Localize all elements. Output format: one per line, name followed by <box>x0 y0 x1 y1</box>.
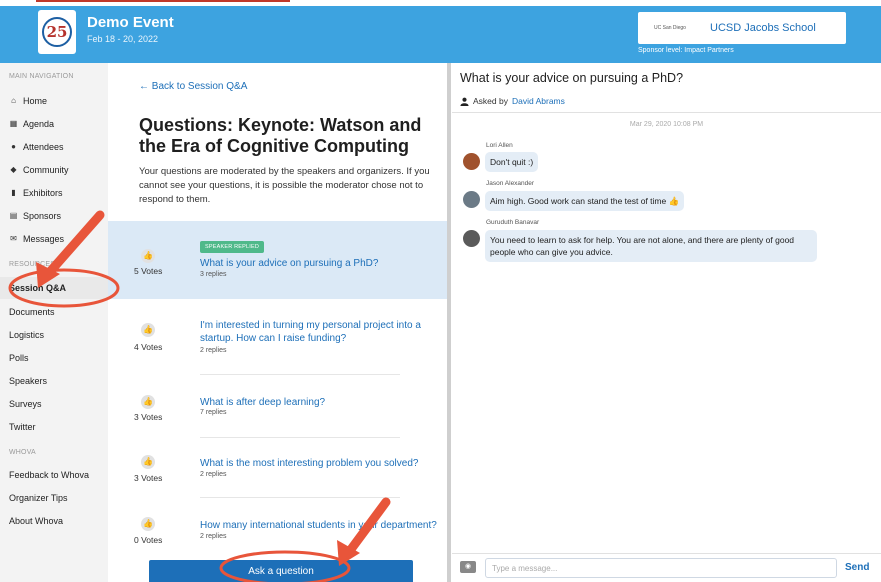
page-title: Questions: Keynote: Watson and the Era o… <box>139 115 422 156</box>
reply-count: 2 replies <box>200 533 227 540</box>
sidebar-item-home[interactable]: ⌂ Home <box>9 96 47 106</box>
sidebar-item-logistics[interactable]: Logistics <box>9 330 44 340</box>
divider <box>200 374 400 375</box>
sidebar-item-session-qa[interactable]: Session Q&A <box>0 277 108 299</box>
people-icon: ● <box>11 142 16 151</box>
thread-header: What is your advice on pursuing a PhD? A… <box>452 63 881 113</box>
message-composer: ◉ Send <box>452 553 881 582</box>
sidebar: MAIN NAVIGATION ⌂ Home ▦ Agenda ● Attendees… <box>0 63 108 582</box>
sidebar-item-polls[interactable]: Polls <box>9 353 29 363</box>
vote-count: 3 Votes <box>134 473 163 483</box>
moderation-note: Your questions are moderated by the spea… <box>139 166 430 205</box>
vote-count: 3 Votes <box>134 412 163 422</box>
message-author: Guruduth Banavar <box>486 219 540 226</box>
home-icon: ⌂ <box>11 96 16 105</box>
event-header: 25 Demo Event Feb 18 - 20, 2022 UC San D… <box>0 6 881 63</box>
reply-count: 3 replies <box>200 271 227 278</box>
thumbs-up-icon[interactable]: 👍 <box>141 323 155 337</box>
avatar[interactable] <box>463 153 480 170</box>
ask-question-button[interactable]: Ask a question <box>149 560 413 582</box>
main-navigation-heading: MAIN NAVIGATION <box>9 73 74 80</box>
thumbs-up-icon[interactable]: 👍 <box>141 395 155 409</box>
reply-count: 7 replies <box>200 409 227 416</box>
sponsor-banner[interactable]: UC San Diego UCSD Jacobs School <box>638 12 846 44</box>
reply-count: 2 replies <box>200 471 227 478</box>
vote-count: 0 Votes <box>134 535 163 545</box>
sidebar-item-speakers[interactable]: Speakers <box>9 376 47 386</box>
sidebar-item-messages[interactable]: ✉ Messages <box>9 234 64 244</box>
question-text[interactable]: What is the most interesting problem you… <box>200 457 440 470</box>
question-text[interactable]: How many international students in your … <box>200 519 440 532</box>
sidebar-item-documents[interactable]: Documents <box>9 307 55 317</box>
sidebar-item-about-whova[interactable]: About Whova <box>9 516 63 526</box>
sidebar-item-twitter[interactable]: Twitter <box>9 422 36 432</box>
camera-icon[interactable]: ◉ <box>460 561 476 573</box>
event-title: Demo Event <box>87 14 174 31</box>
envelope-icon: ✉ <box>10 234 17 243</box>
question-card[interactable]: 👍 4 Votes I'm interested in turning my p… <box>108 299 448 377</box>
send-button[interactable]: Send <box>845 562 869 573</box>
top-accent-line <box>36 0 290 2</box>
message-author: Lori Allen <box>486 142 513 149</box>
sidebar-item-feedback[interactable]: Feedback to Whova <box>9 470 89 480</box>
sidebar-item-sponsors[interactable]: ▤ Sponsors <box>9 211 61 221</box>
resources-heading: RESOURCES <box>9 261 56 268</box>
thread-title: What is your advice on pursuing a PhD? <box>460 71 684 85</box>
thumbs-up-icon[interactable]: 👍 <box>141 517 155 531</box>
message-date: Mar 29, 2020 10:08 PM <box>629 121 704 128</box>
message-input[interactable] <box>485 558 837 578</box>
question-thread-panel: What is your advice on pursuing a PhD? A… <box>452 63 881 582</box>
thumbs-up-icon[interactable]: 👍 <box>141 249 155 263</box>
sponsor-name: UCSD Jacobs School <box>710 22 816 34</box>
message-bubble: Don't quit :) <box>485 152 539 172</box>
reply-count: 2 replies <box>200 347 227 354</box>
back-to-session-qa-link[interactable]: ← Back to Session Q&A <box>139 81 247 92</box>
sidebar-item-community[interactable]: ◆ Community <box>9 165 68 175</box>
thumbs-up-icon[interactable]: 👍 <box>141 455 155 469</box>
avatar[interactable] <box>463 230 480 247</box>
event-dates: Feb 18 - 20, 2022 <box>87 34 159 44</box>
calendar-icon: ▦ <box>9 119 18 128</box>
divider <box>200 437 400 438</box>
qa-panel-scrollbar[interactable] <box>447 63 451 582</box>
question-text[interactable]: I'm interested in turning my personal pr… <box>200 319 440 345</box>
divider <box>200 497 400 498</box>
sponsor-level: Sponsor level: Impact Partners <box>638 47 734 54</box>
sidebar-item-exhibitors[interactable]: ▮ Exhibitors <box>9 188 62 198</box>
sidebar-item-attendees[interactable]: ● Attendees <box>9 142 63 152</box>
qa-panel: ← Back to Session Q&A Questions: Keynote… <box>108 63 452 582</box>
sidebar-item-organizer-tips[interactable]: Organizer Tips <box>9 493 68 503</box>
sponsor-logo: UC San Diego <box>654 25 686 31</box>
whova-heading: WHOVA <box>9 449 36 456</box>
vote-count: 4 Votes <box>134 342 163 352</box>
event-logo[interactable]: 25 <box>38 10 76 54</box>
user-icon <box>460 97 469 106</box>
question-text[interactable]: What is your advice on pursuing a PhD? <box>200 257 440 270</box>
sponsor-icon: ▤ <box>9 211 18 220</box>
chat-icon: ◆ <box>10 165 17 174</box>
avatar[interactable] <box>463 191 480 208</box>
anniversary-seal-icon: 25 <box>42 17 72 47</box>
message-bubble: Aim high. Good work can stand the test o… <box>485 191 685 211</box>
question-text[interactable]: What is after deep learning? <box>200 396 440 409</box>
vote-count: 5 Votes <box>134 266 163 276</box>
building-icon: ▮ <box>11 188 16 197</box>
sidebar-item-surveys[interactable]: Surveys <box>9 399 42 409</box>
speaker-replied-badge: SPEAKER REPLIED <box>200 241 265 253</box>
asker-name-link[interactable]: David Abrams <box>512 96 565 106</box>
message-author: Jason Alexander <box>486 180 535 187</box>
sidebar-item-agenda[interactable]: ▦ Agenda <box>9 119 54 129</box>
asked-by: Asked by David Abrams <box>460 96 565 106</box>
question-card[interactable]: 👍 5 Votes SPEAKER REPLIED What is your a… <box>108 221 448 299</box>
message-bubble: You need to learn to ask for help. You a… <box>485 230 817 262</box>
